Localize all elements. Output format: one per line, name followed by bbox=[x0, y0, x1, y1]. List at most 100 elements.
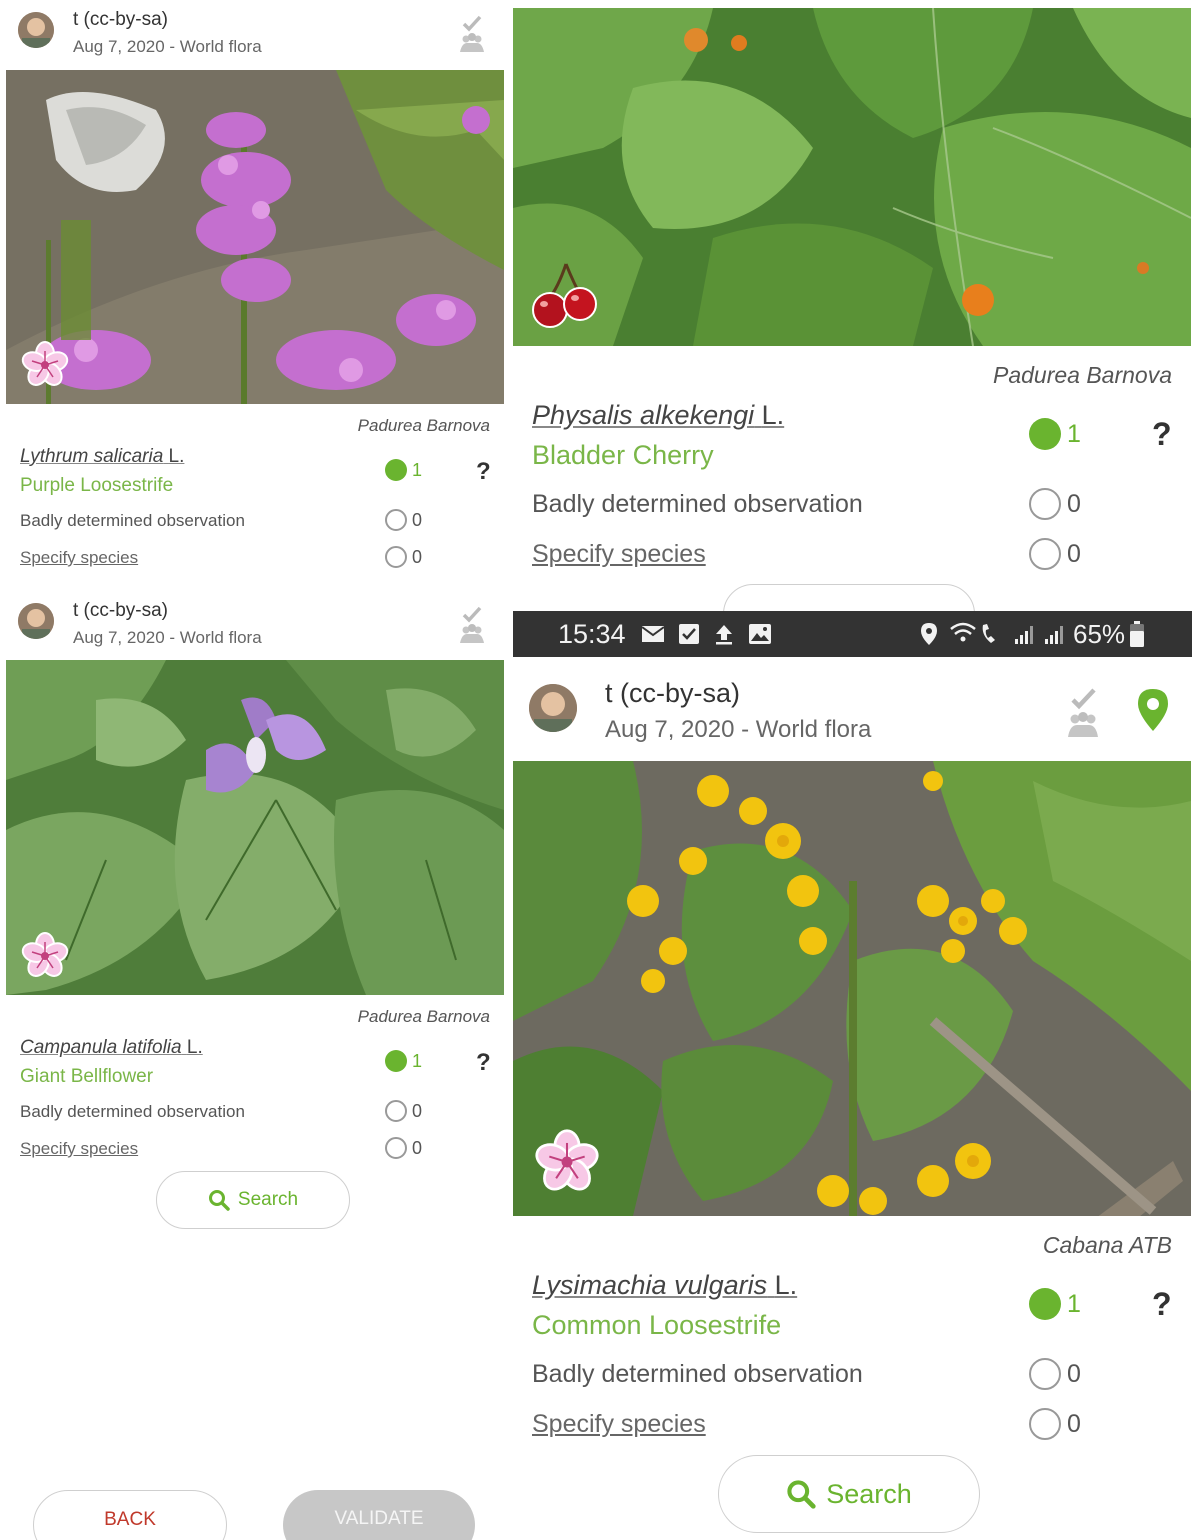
observation-photo[interactable] bbox=[6, 70, 504, 404]
observation-author[interactable]: t (cc-by-sa) bbox=[605, 678, 740, 709]
vote-agree-dot bbox=[385, 459, 407, 481]
vote-agree-dot bbox=[385, 1050, 407, 1072]
status-bar: 15:34 65% bbox=[513, 611, 1192, 657]
question-button[interactable]: ? bbox=[1152, 416, 1172, 453]
upload-icon bbox=[716, 625, 732, 645]
species-name-link[interactable]: Lysimachia vulgaris L. bbox=[532, 1270, 797, 1301]
common-name: Giant Bellflower bbox=[20, 1066, 154, 1087]
wifi-call-icon bbox=[950, 622, 995, 643]
species-name-link[interactable]: Physalis alkekengi L. bbox=[532, 400, 784, 431]
validated-group-icon[interactable] bbox=[458, 603, 486, 650]
common-name: Purple Loosestrife bbox=[20, 475, 174, 496]
vote-agree-count: 1 bbox=[412, 1050, 423, 1071]
author: L. bbox=[168, 446, 185, 467]
observation-author[interactable]: t (cc-by-sa) bbox=[73, 9, 168, 31]
author: L. bbox=[774, 1270, 798, 1300]
avatar[interactable] bbox=[18, 603, 54, 639]
vote-badly-count: 0 bbox=[1067, 489, 1081, 518]
vote-specify-dot bbox=[385, 1137, 407, 1159]
specify-species-link[interactable]: Specify species bbox=[20, 548, 138, 568]
vote-agree-dot bbox=[1029, 1288, 1061, 1320]
vote-specify-species[interactable]: 0 bbox=[1029, 538, 1081, 570]
vote-badly-dot bbox=[385, 1100, 407, 1122]
vote-specify-count: 0 bbox=[1067, 539, 1081, 568]
vote-agree-count: 1 bbox=[1067, 419, 1081, 448]
question-button[interactable]: ? bbox=[476, 1049, 491, 1077]
question-button[interactable]: ? bbox=[476, 458, 491, 486]
vote-specify-species[interactable]: 0 bbox=[385, 546, 422, 568]
scientific-name: Lysimachia vulgaris bbox=[532, 1270, 768, 1300]
author: L. bbox=[186, 1037, 203, 1058]
vote-agree-count: 1 bbox=[1067, 1289, 1081, 1318]
search-button-label: Search bbox=[826, 1478, 912, 1509]
vote-agree[interactable]: 1 bbox=[1029, 1288, 1081, 1320]
vote-badly-count: 0 bbox=[412, 509, 423, 530]
flower-category-icon bbox=[533, 1128, 601, 1201]
vote-agree[interactable]: 1 bbox=[385, 1050, 422, 1072]
vote-agree-count: 1 bbox=[412, 459, 423, 480]
vote-specify-dot bbox=[1029, 538, 1061, 570]
status-time: 15:34 bbox=[558, 619, 626, 649]
checkbox-icon bbox=[679, 624, 699, 644]
badly-determined-label: Badly determined observation bbox=[20, 1102, 245, 1121]
vote-specify-species[interactable]: 0 bbox=[385, 1137, 422, 1159]
observation-location: Cabana ATB bbox=[1042, 1232, 1172, 1258]
signal-icon bbox=[1015, 626, 1063, 644]
mail-icon bbox=[641, 626, 665, 642]
search-button[interactable]: Search bbox=[156, 1171, 350, 1229]
validate-button-label: VALIDATE bbox=[334, 1508, 424, 1529]
scientific-name: Physalis alkekengi bbox=[532, 400, 755, 430]
author: L. bbox=[761, 400, 785, 430]
validated-group-icon[interactable] bbox=[458, 12, 486, 59]
avatar[interactable] bbox=[529, 684, 577, 732]
vote-specify-count: 0 bbox=[412, 1137, 423, 1158]
observation-meta: Aug 7, 2020 - World flora bbox=[73, 37, 262, 56]
vote-badly-determined[interactable]: 0 bbox=[385, 509, 422, 531]
left-panel: t (cc-by-sa) Aug 7, 2020 - World flora P… bbox=[0, 0, 510, 1540]
common-name: Bladder Cherry bbox=[532, 440, 714, 470]
observation-photo[interactable] bbox=[6, 660, 504, 995]
avatar[interactable] bbox=[18, 12, 54, 48]
badly-determined-label: Badly determined observation bbox=[532, 1360, 863, 1388]
scientific-name: Campanula latifolia bbox=[20, 1037, 182, 1058]
validate-button[interactable]: VALIDATE bbox=[283, 1490, 475, 1540]
vote-specify-dot bbox=[385, 546, 407, 568]
vote-specify-count: 0 bbox=[412, 546, 423, 567]
validated-group-icon[interactable] bbox=[1065, 684, 1101, 745]
vote-badly-determined[interactable]: 0 bbox=[385, 1100, 422, 1122]
species-name-link[interactable]: Campanula latifolia L. bbox=[20, 1037, 203, 1059]
battery-icon bbox=[1130, 621, 1144, 647]
location-icon bbox=[921, 623, 937, 645]
search-icon bbox=[787, 1480, 816, 1509]
vote-agree[interactable]: 1 bbox=[385, 459, 422, 481]
observation-author[interactable]: t (cc-by-sa) bbox=[73, 600, 168, 622]
badly-determined-label: Badly determined observation bbox=[532, 490, 863, 518]
specify-species-link[interactable]: Specify species bbox=[20, 1139, 138, 1159]
back-button[interactable]: BACK bbox=[33, 1490, 227, 1540]
observation-location: Padurea Barnova bbox=[992, 362, 1172, 388]
vote-specify-dot bbox=[1029, 1408, 1061, 1440]
vote-agree[interactable]: 1 bbox=[1029, 418, 1081, 450]
vote-specify-species[interactable]: 0 bbox=[1029, 1408, 1081, 1440]
vote-badly-determined[interactable]: 0 bbox=[1029, 1358, 1081, 1390]
specify-species-link[interactable]: Specify species bbox=[532, 540, 706, 569]
question-button[interactable]: ? bbox=[1152, 1286, 1172, 1323]
map-pin-icon[interactable] bbox=[1137, 688, 1169, 737]
cherry-category-icon bbox=[530, 258, 602, 335]
specify-species-link[interactable]: Specify species bbox=[532, 1410, 706, 1439]
scientific-name: Lythrum salicaria bbox=[20, 446, 164, 467]
search-button-label: Search bbox=[237, 1189, 299, 1210]
back-button-label: BACK bbox=[104, 1509, 156, 1530]
observation-photo[interactable] bbox=[513, 761, 1191, 1216]
image-icon bbox=[749, 624, 771, 644]
vote-badly-count: 0 bbox=[1067, 1359, 1081, 1388]
flower-category-icon bbox=[20, 931, 70, 986]
vote-specify-count: 0 bbox=[1067, 1409, 1081, 1438]
species-name-link[interactable]: Lythrum salicaria L. bbox=[20, 446, 184, 468]
observation-meta: Aug 7, 2020 - World flora bbox=[73, 628, 262, 647]
vote-badly-determined[interactable]: 0 bbox=[1029, 488, 1081, 520]
badly-determined-label: Badly determined observation bbox=[20, 511, 245, 530]
observation-photo[interactable] bbox=[513, 8, 1191, 346]
observation-meta: Aug 7, 2020 - World flora bbox=[605, 716, 872, 743]
search-button[interactable]: Search bbox=[718, 1455, 980, 1533]
